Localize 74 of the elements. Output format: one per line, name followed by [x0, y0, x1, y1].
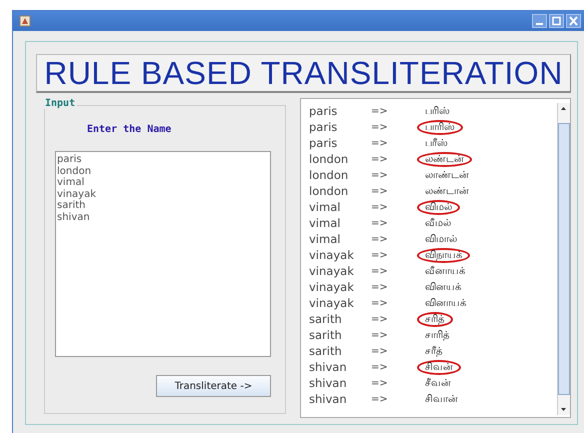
tamil-text: விமால் — [424, 232, 458, 246]
group-title: Input — [43, 98, 78, 109]
transliterate-button[interactable]: Transliterate -> — [156, 375, 271, 397]
tamil-text: வீமல் — [424, 216, 452, 230]
tamil-text: சிவான் — [424, 392, 459, 406]
name-text: sarith — [309, 344, 343, 358]
name-text: london — [309, 152, 350, 166]
arrow-text: => — [371, 314, 389, 324]
scrollbar[interactable] — [557, 103, 570, 415]
name-text: london — [309, 168, 350, 182]
tamil-text: விநாயக் — [417, 248, 470, 262]
name-text: sarith — [309, 328, 343, 342]
arrow-text: => — [371, 122, 389, 132]
arrow-text: => — [371, 170, 389, 180]
arrow-text: => — [371, 346, 389, 356]
arrow-text: => — [371, 378, 389, 388]
name-text: vinayak — [309, 280, 355, 294]
arrow-text: => — [371, 250, 389, 260]
tamil-text: பரிஸ் — [424, 104, 451, 118]
arrow-text: => — [371, 202, 389, 212]
name-text: london — [57, 166, 92, 177]
name-text: sarith — [309, 312, 343, 326]
name-text: vimal — [57, 177, 86, 188]
tamil-text: வீனாயக் — [424, 264, 466, 278]
arrow-text: => — [371, 362, 389, 372]
arrow-text: => — [371, 234, 389, 244]
tamil-text: சீவன் — [424, 376, 452, 390]
tamil-text: விமல் — [417, 200, 460, 214]
name-text: paris — [309, 120, 338, 134]
close-icon[interactable] — [566, 14, 581, 28]
enter-name-label: Enter the Name — [86, 124, 172, 135]
name-text: sarith — [57, 200, 86, 212]
scroll-thumb[interactable] — [558, 123, 570, 395]
name-text: shivan — [309, 360, 348, 374]
name-text: london — [309, 184, 350, 198]
tamil-text: சரித் — [417, 312, 453, 326]
arrow-text: => — [371, 330, 389, 340]
arrow-text: => — [371, 154, 389, 164]
tamil-text: வினயக் — [424, 280, 462, 294]
name-text: paris — [309, 104, 338, 118]
app-icon — [19, 15, 31, 27]
maximize-icon[interactable] — [549, 14, 564, 28]
name-text: vinayak — [309, 264, 355, 278]
minimize-icon[interactable] — [532, 14, 547, 28]
name-text: vinayak — [309, 296, 355, 310]
tamil-text: பாரிஸ் — [417, 120, 463, 134]
tamil-text: சாரித் — [424, 328, 451, 342]
tamil-text: லண்டான் — [424, 184, 470, 198]
name-text: shivan — [309, 376, 348, 390]
tamil-text: சரீத் — [424, 344, 444, 358]
arrow-text: => — [371, 186, 389, 196]
name-text: vinayak — [57, 188, 97, 200]
arrow-text: => — [371, 282, 389, 292]
name-text: vimal — [309, 200, 342, 214]
heading-label: RULE BASED TRANSLITERATION — [36, 54, 571, 93]
tamil-text: பரீஸ் — [424, 136, 449, 150]
tamil-text: வினாயக் — [424, 296, 467, 310]
arrow-text: => — [371, 138, 389, 148]
arrow-text: => — [371, 218, 389, 228]
arrow-text: => — [371, 394, 389, 404]
name-text: vimal — [309, 232, 342, 246]
name-text: vimal — [309, 216, 342, 230]
name-text: paris — [57, 154, 83, 166]
tamil-text: லாண்டன் — [424, 168, 470, 182]
name-text: paris — [309, 136, 338, 150]
arrow-text: => — [371, 298, 389, 308]
arrow-text: => — [371, 106, 389, 116]
arrow-text: => — [371, 266, 389, 276]
name-text: shivan — [309, 392, 348, 406]
name-text: vinayak — [309, 248, 355, 262]
tamil-text: சிவன் — [417, 360, 461, 374]
tamil-text: லண்டன் — [417, 152, 472, 166]
names-input-field[interactable]: paris london vimal vinayak sarith shivan — [55, 151, 271, 357]
name-text: shivan — [57, 212, 91, 223]
